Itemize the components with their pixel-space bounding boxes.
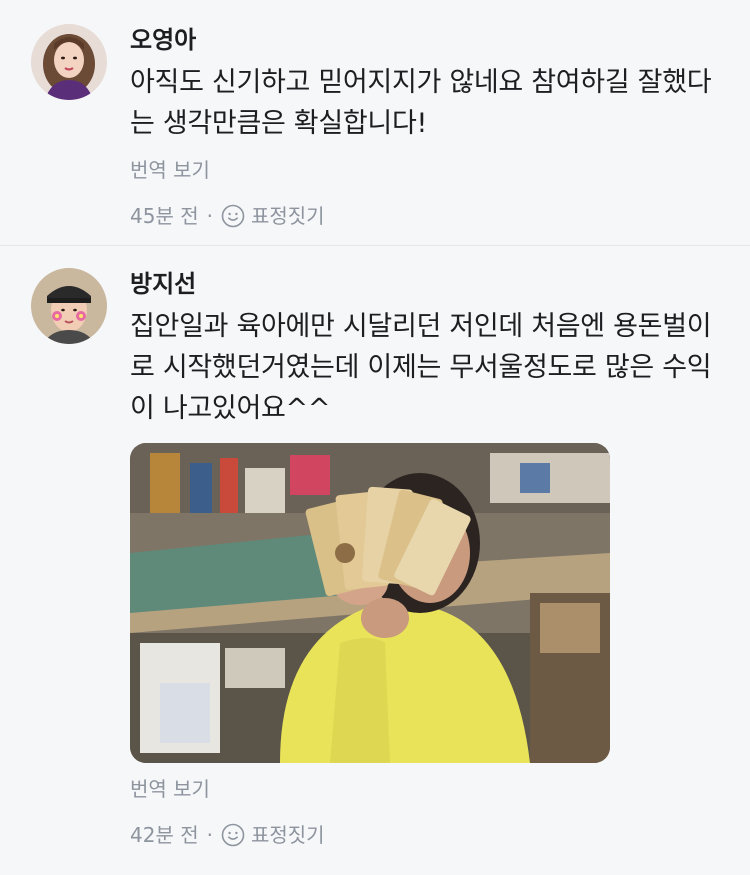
smiley-icon [221,823,245,847]
comment-body: 방지선 집안일과 육아에만 시달리던 저인데 처음엔 용돈벌이로 시작했던거였는… [130,268,722,849]
comment: 오영아 아직도 신기하고 믿어지지가 않네요 참여하길 잘했다는 생각만큼은 확… [0,0,750,245]
comment-time: 42분 전 [130,823,199,847]
comment-photo[interactable] [130,443,610,763]
comment-text: 아직도 신기하고 믿어지지가 않네요 참여하길 잘했다는 생각만큼은 확실합니다… [130,67,712,139]
divider [0,245,750,246]
avatar[interactable] [31,24,107,100]
comment-author[interactable]: 오영아 [130,24,722,56]
comment-body: 오영아 아직도 신기하고 믿어지지가 않네요 참여하길 잘했다는 생각만큼은 확… [130,24,722,230]
avatar-photo [31,268,107,344]
reaction-label: 표정짓기 [250,823,325,847]
photo-image [130,443,610,763]
comment-meta: 45분 전 · 표정짓기 [130,202,722,230]
avatar[interactable] [31,268,107,344]
smiley-icon [221,204,245,228]
comment-author[interactable]: 방지선 [130,268,722,300]
meta-separator: · [206,823,213,847]
comment-meta: 42분 전 · 표정짓기 [130,821,722,849]
reaction-button[interactable]: 표정짓기 [221,202,325,230]
meta-separator: · [206,204,213,228]
reaction-label: 표정짓기 [250,204,325,228]
comment-text: 집안일과 육아에만 시달리던 저인데 처음엔 용돈벌이로 시작했던거였는데 이제… [130,311,712,424]
comment-time: 45분 전 [130,204,199,228]
translate-link[interactable]: 번역 보기 [130,775,722,803]
translate-link[interactable]: 번역 보기 [130,156,722,184]
avatar-photo [31,24,107,100]
reaction-button[interactable]: 표정짓기 [221,821,325,849]
